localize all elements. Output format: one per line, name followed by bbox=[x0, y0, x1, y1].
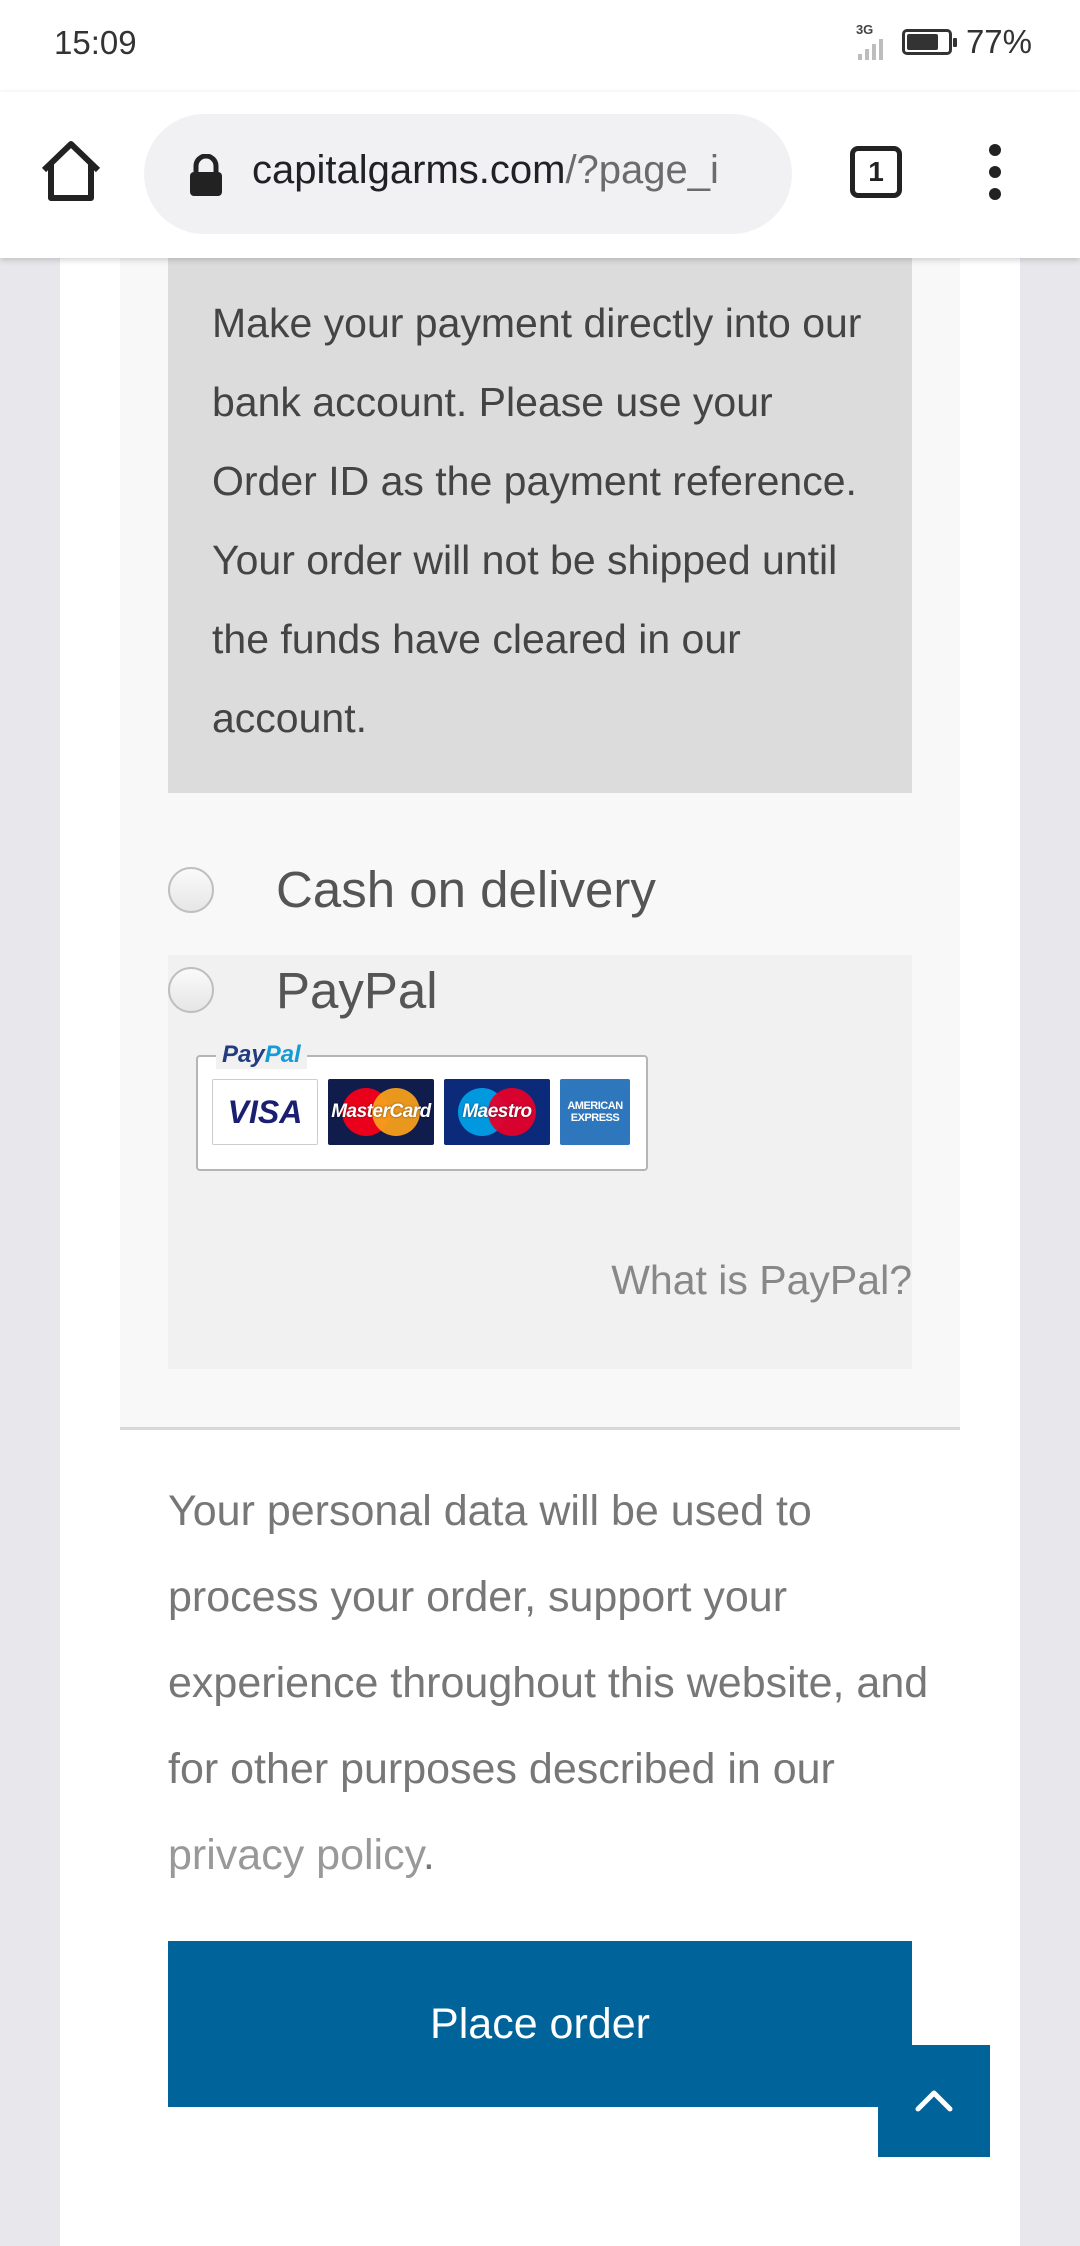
cod-label[interactable]: Cash on delivery bbox=[276, 860, 656, 919]
battery-icon bbox=[901, 29, 957, 55]
payment-methods: Make your payment directly into our bank… bbox=[120, 258, 960, 1430]
address-bar[interactable]: capitalgarms.com/?page_i bbox=[144, 114, 792, 234]
payment-option-paypal[interactable]: PayPal bbox=[168, 955, 438, 1025]
chevron-up-icon bbox=[915, 2090, 953, 2112]
paypal-label[interactable]: PayPal bbox=[276, 961, 438, 1020]
visa-card-icon: VISA bbox=[212, 1079, 318, 1145]
network-type: 3G bbox=[855, 22, 874, 37]
payment-option-cod[interactable]: Cash on delivery bbox=[168, 860, 656, 919]
battery-percentage: 77% bbox=[965, 23, 1032, 60]
bank-transfer-description: Make your payment directly into our bank… bbox=[168, 258, 912, 793]
url-text: capitalgarms.com/?page_i bbox=[252, 148, 772, 193]
status-indicators: 3G 77% bbox=[854, 22, 1032, 62]
status-bar: 15:09 3G 77% bbox=[0, 0, 1080, 92]
maestro-icon: Maestro bbox=[444, 1079, 550, 1145]
amex-icon: AMERICAN EXPRESS bbox=[560, 1079, 630, 1145]
status-time: 15:09 bbox=[54, 24, 137, 61]
bank-transfer-text: Make your payment directly into our bank… bbox=[212, 300, 862, 741]
paypal-radio[interactable] bbox=[168, 967, 214, 1013]
url-path: /?page_i bbox=[565, 148, 719, 192]
paypal-acceptance-mark: PayPal VISA MasterCard Maestro AMERICAN … bbox=[196, 1041, 648, 1171]
scroll-to-top-button[interactable] bbox=[878, 2045, 990, 2157]
lock-icon bbox=[190, 154, 222, 196]
mastercard-icon: MasterCard bbox=[328, 1079, 434, 1145]
privacy-policy-link[interactable]: privacy policy bbox=[168, 1831, 423, 1879]
more-menu-icon[interactable] bbox=[980, 144, 1010, 204]
what-is-paypal-link[interactable]: What is PayPal? bbox=[611, 1257, 912, 1304]
place-order-button[interactable]: Place order bbox=[168, 1941, 912, 2107]
privacy-notice: Your personal data will be used to proce… bbox=[168, 1487, 929, 1879]
checkout-page: Make your payment directly into our bank… bbox=[60, 258, 1020, 2246]
signal-icon: 3G bbox=[854, 22, 892, 62]
home-icon[interactable] bbox=[36, 136, 106, 206]
paypal-section: PayPal PayPal VISA MasterCard Maestro AM… bbox=[168, 955, 912, 1369]
browser-toolbar: capitalgarms.com/?page_i 1 bbox=[0, 92, 1080, 258]
paypal-logo: PayPal bbox=[216, 1041, 307, 1069]
tab-switcher-button[interactable]: 1 bbox=[850, 146, 902, 198]
url-domain: capitalgarms.com bbox=[252, 148, 566, 192]
cod-radio[interactable] bbox=[168, 866, 214, 913]
